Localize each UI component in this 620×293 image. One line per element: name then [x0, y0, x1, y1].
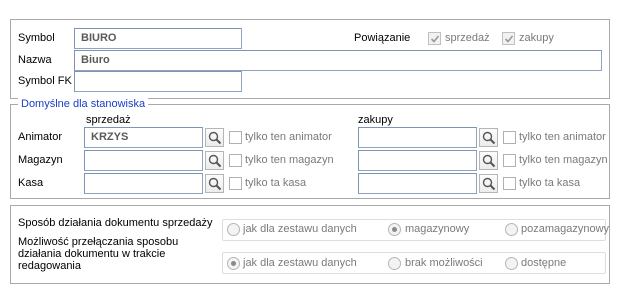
cash-register-label: Kasa — [18, 177, 44, 189]
switch-mode-option-0[interactable] — [227, 257, 240, 270]
animator-sales-field[interactable]: KRZYS — [84, 127, 203, 148]
cash-register-purchases-only-checkbox[interactable] — [503, 177, 516, 190]
animator-purchases-search-button[interactable] — [479, 128, 498, 147]
warehouse-sales-only-label: tylko ten magazyn — [245, 154, 334, 166]
animator-purchases-field[interactable] — [358, 127, 477, 148]
cash-register-sales-only-label: tylko ta kasa — [245, 177, 307, 189]
sales-binding-label: sprzedaż — [445, 32, 490, 44]
animator-purchases-only-label: tylko ten animator — [519, 131, 606, 143]
switch-mode-option-2[interactable] — [505, 257, 518, 270]
name-field[interactable]: Biuro — [74, 50, 602, 71]
sales-doc-mode-option-1-label: magazynowy — [405, 223, 470, 235]
sales-doc-mode-label: Sposób działania dokumentu sprzedaży — [18, 217, 213, 229]
warehouse-sales-field[interactable] — [84, 150, 203, 171]
cash-register-purchases-only-label: tylko ta kasa — [519, 177, 581, 189]
sales-doc-mode-option-2[interactable] — [505, 223, 518, 236]
cash-register-sales-search-button[interactable] — [205, 174, 224, 193]
sales-binding-checkbox[interactable] — [428, 32, 441, 45]
purchases-column-header: zakupy — [358, 114, 393, 126]
animator-sales-only-checkbox[interactable] — [229, 131, 242, 144]
sales-doc-mode-option-0[interactable] — [227, 223, 240, 236]
binding-label: Powiązanie — [354, 32, 411, 44]
animator-label: Animator — [18, 131, 63, 143]
magnifier-icon — [208, 154, 222, 168]
warehouse-sales-only-checkbox[interactable] — [229, 154, 242, 167]
magnifier-icon — [482, 177, 496, 191]
switch-mode-label: Możliwość przełączania sposobu działania… — [18, 236, 179, 272]
checkmark-icon — [430, 35, 440, 43]
animator-sales-search-button[interactable] — [205, 128, 224, 147]
warehouse-purchases-only-label: tylko ten magazyn — [519, 154, 608, 166]
symbol-label: Symbol — [18, 32, 55, 44]
magnifier-icon — [208, 177, 222, 191]
name-label: Nazwa — [18, 54, 52, 66]
cash-register-purchases-search-button[interactable] — [479, 174, 498, 193]
warehouse-purchases-field[interactable] — [358, 150, 477, 171]
defaults-legend: Domyślne dla stanowiska — [18, 98, 149, 111]
warehouse-purchases-search-button[interactable] — [479, 151, 498, 170]
magnifier-icon — [208, 131, 222, 145]
sales-doc-mode-option-0-label: jak dla zestawu danych — [243, 223, 357, 235]
symbol-field[interactable]: BIURO — [74, 28, 242, 49]
purchases-binding-checkbox[interactable] — [502, 32, 515, 45]
warehouse-purchases-only-checkbox[interactable] — [503, 154, 516, 167]
cash-register-sales-only-checkbox[interactable] — [229, 177, 242, 190]
purchases-binding-label: zakupy — [519, 32, 554, 44]
cash-register-purchases-field[interactable] — [358, 173, 477, 194]
sales-doc-mode-option-2-label: pozamagazynowy — [521, 223, 610, 235]
animator-purchases-only-checkbox[interactable] — [503, 131, 516, 144]
switch-mode-option-0-label: jak dla zestawu danych — [243, 257, 357, 269]
magnifier-icon — [482, 131, 496, 145]
symbol-fk-label: Symbol FK — [18, 75, 72, 87]
switch-mode-option-1-label: brak możliwości — [405, 257, 483, 269]
sales-column-header: sprzedaż — [86, 114, 131, 126]
magnifier-icon — [482, 154, 496, 168]
warehouse-label: Magazyn — [18, 154, 63, 166]
symbol-fk-field[interactable] — [74, 71, 242, 92]
checkmark-icon — [504, 35, 514, 43]
sales-doc-mode-option-1[interactable] — [388, 223, 401, 236]
warehouse-sales-search-button[interactable] — [205, 151, 224, 170]
cash-register-sales-field[interactable] — [84, 173, 203, 194]
switch-mode-option-1[interactable] — [388, 257, 401, 270]
animator-sales-only-label: tylko ten animator — [245, 131, 332, 143]
switch-mode-option-2-label: dostępne — [521, 257, 567, 269]
